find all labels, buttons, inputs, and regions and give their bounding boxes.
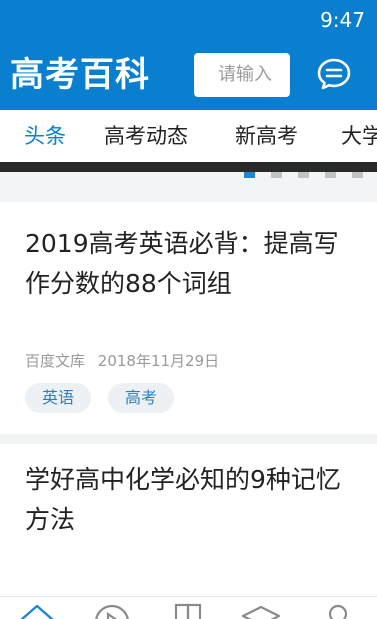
carousel-dot xyxy=(298,172,309,178)
chat-bubble-icon[interactable] xyxy=(316,56,352,92)
status-bar: 9:47 xyxy=(0,0,377,40)
books-icon[interactable] xyxy=(168,600,208,619)
category-tabs: 头条 高考动态 新高考 大学 xyxy=(0,110,377,162)
article-card[interactable]: 学好高中化学必知的9种记忆方法 xyxy=(0,444,377,596)
article-source: 百度文库 xyxy=(25,352,86,370)
play-icon[interactable] xyxy=(92,600,132,619)
tab-headlines[interactable]: 头条 xyxy=(24,122,66,150)
carousel-dot xyxy=(352,172,363,178)
article-title[interactable]: 2019高考英语必背：提高写作分数的88个词组 xyxy=(25,224,355,304)
carousel-indicator xyxy=(0,172,377,202)
carousel-dot xyxy=(271,172,282,178)
app-logo: 高考百科 xyxy=(10,55,150,95)
carousel-dot xyxy=(325,172,336,178)
tab-university[interactable]: 大学 xyxy=(341,122,377,150)
carousel-dot xyxy=(244,172,255,178)
tag-gaokao[interactable]: 高考 xyxy=(108,383,175,413)
bottom-navigation xyxy=(0,596,377,619)
carousel-banner[interactable] xyxy=(0,162,377,172)
graduation-cap-icon[interactable] xyxy=(241,600,281,619)
user-icon[interactable] xyxy=(318,600,358,619)
tab-exam-news[interactable]: 高考动态 xyxy=(104,122,188,150)
home-icon[interactable] xyxy=(17,600,57,619)
status-time: 9:47 xyxy=(320,8,365,32)
article-meta: 百度文库 2018年11月29日 xyxy=(25,350,227,371)
article-title[interactable]: 学好高中化学必知的9种记忆方法 xyxy=(25,460,355,540)
divider xyxy=(0,434,377,444)
search-input[interactable]: 请输入 xyxy=(194,53,290,97)
tag-english[interactable]: 英语 xyxy=(25,383,92,413)
article-card[interactable]: 2019高考英语必背：提高写作分数的88个词组 百度文库 2018年11月29日… xyxy=(0,202,377,434)
article-date: 2018年11月29日 xyxy=(97,352,220,370)
tab-new-exam[interactable]: 新高考 xyxy=(235,122,298,150)
app-header: 高考百科 请输入 xyxy=(0,40,377,110)
